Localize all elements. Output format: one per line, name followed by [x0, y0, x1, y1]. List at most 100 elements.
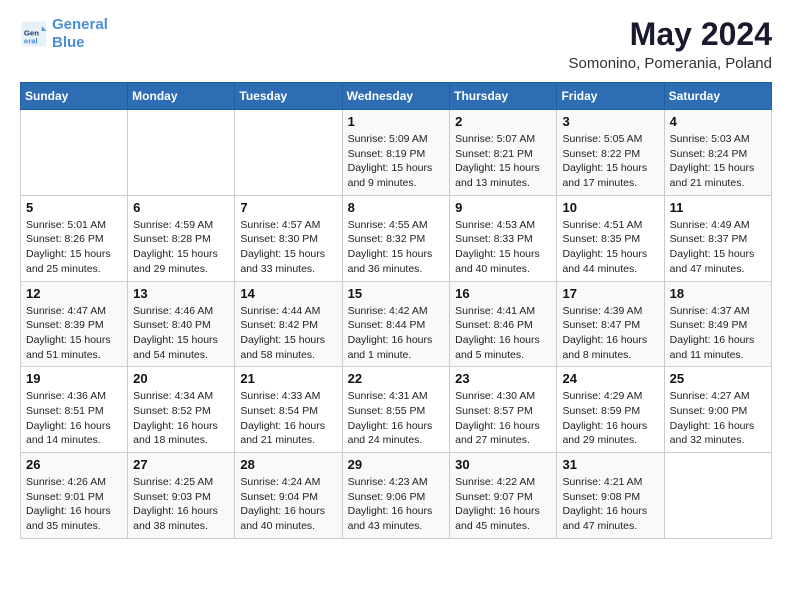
cell-sun-info: Sunrise: 4:23 AMSunset: 9:06 PMDaylight:…	[348, 475, 445, 534]
calendar-cell-day-28: 28Sunrise: 4:24 AMSunset: 9:04 PMDayligh…	[235, 453, 342, 539]
day-number: 10	[562, 200, 658, 215]
logo-name: GeneralBlue	[52, 16, 108, 52]
logo: Gen eral GeneralBlue	[20, 16, 108, 52]
weekday-header-monday: Monday	[128, 83, 235, 110]
day-number: 26	[26, 457, 122, 472]
day-number: 27	[133, 457, 229, 472]
day-number: 12	[26, 286, 122, 301]
day-number: 31	[562, 457, 658, 472]
page-header: Gen eral GeneralBlue May 2024 Somonino, …	[20, 16, 772, 72]
title-block: May 2024 Somonino, Pomerania, Poland	[569, 16, 772, 72]
cell-sun-info: Sunrise: 4:33 AMSunset: 8:54 PMDaylight:…	[240, 389, 336, 448]
cell-sun-info: Sunrise: 4:51 AMSunset: 8:35 PMDaylight:…	[562, 218, 658, 277]
calendar-cell-day-4: 4 Sunrise: 5:03 AMSunset: 8:24 PMDaylight…	[664, 110, 771, 196]
calendar-cell-empty	[235, 110, 342, 196]
day-number: 7	[240, 200, 336, 215]
day-number: 2	[455, 114, 551, 129]
calendar-cell-day-10: 10 Sunrise: 4:51 AMSunset: 8:35 PMDayligh…	[557, 195, 664, 281]
calendar-cell-day-11: 11 Sunrise: 4:49 AMSunset: 8:37 PMDayligh…	[664, 195, 771, 281]
weekday-header-saturday: Saturday	[664, 83, 771, 110]
cell-sun-info: Sunrise: 4:46 AMSunset: 8:40 PMDaylight:…	[133, 304, 229, 363]
cell-sun-info: Sunrise: 4:22 AMSunset: 9:07 PMDaylight:…	[455, 475, 551, 534]
day-number: 3	[562, 114, 658, 129]
calendar-cell-day-9: 9 Sunrise: 4:53 AMSunset: 8:33 PMDaylight…	[450, 195, 557, 281]
cell-sun-info: Sunrise: 4:41 AMSunset: 8:46 PMDaylight:…	[455, 304, 551, 363]
calendar-cell-day-5: 5 Sunrise: 5:01 AMSunset: 8:26 PMDaylight…	[21, 195, 128, 281]
calendar-cell-day-22: 22Sunrise: 4:31 AMSunset: 8:55 PMDayligh…	[342, 367, 450, 453]
cell-sun-info: Sunrise: 5:07 AMSunset: 8:21 PMDaylight:…	[455, 132, 551, 191]
day-number: 5	[26, 200, 122, 215]
calendar-cell-day-30: 30 Sunrise: 4:22 AMSunset: 9:07 PMDayligh…	[450, 453, 557, 539]
weekday-header-friday: Friday	[557, 83, 664, 110]
calendar-cell-empty	[664, 453, 771, 539]
cell-sun-info: Sunrise: 5:01 AMSunset: 8:26 PMDaylight:…	[26, 218, 122, 277]
calendar-cell-day-21: 21 Sunrise: 4:33 AMSunset: 8:54 PMDayligh…	[235, 367, 342, 453]
day-number: 4	[670, 114, 766, 129]
calendar-cell-day-14: 14Sunrise: 4:44 AMSunset: 8:42 PMDayligh…	[235, 281, 342, 367]
cell-sun-info: Sunrise: 4:59 AMSunset: 8:28 PMDaylight:…	[133, 218, 229, 277]
calendar-header: SundayMondayTuesdayWednesdayThursdayFrid…	[21, 83, 772, 110]
calendar-cell-day-19: 19 Sunrise: 4:36 AMSunset: 8:51 PMDayligh…	[21, 367, 128, 453]
calendar-cell-day-17: 17 Sunrise: 4:39 AMSunset: 8:47 PMDayligh…	[557, 281, 664, 367]
cell-sun-info: Sunrise: 4:39 AMSunset: 8:47 PMDaylight:…	[562, 304, 658, 363]
calendar-cell-empty	[128, 110, 235, 196]
cell-sun-info: Sunrise: 4:47 AMSunset: 8:39 PMDaylight:…	[26, 304, 122, 363]
calendar-table: SundayMondayTuesdayWednesdayThursdayFrid…	[20, 82, 772, 539]
day-number: 22	[348, 371, 445, 386]
calendar-cell-day-3: 3 Sunrise: 5:05 AMSunset: 8:22 PMDaylight…	[557, 110, 664, 196]
location-subtitle: Somonino, Pomerania, Poland	[569, 55, 772, 72]
day-number: 25	[670, 371, 766, 386]
calendar-week-1: 1 Sunrise: 5:09 AMSunset: 8:19 PMDaylight…	[21, 110, 772, 196]
cell-sun-info: Sunrise: 5:09 AMSunset: 8:19 PMDaylight:…	[348, 132, 445, 191]
calendar-week-4: 19 Sunrise: 4:36 AMSunset: 8:51 PMDayligh…	[21, 367, 772, 453]
day-number: 1	[348, 114, 445, 129]
calendar-cell-day-7: 7 Sunrise: 4:57 AMSunset: 8:30 PMDaylight…	[235, 195, 342, 281]
cell-sun-info: Sunrise: 5:03 AMSunset: 8:24 PMDaylight:…	[670, 132, 766, 191]
cell-sun-info: Sunrise: 4:37 AMSunset: 8:49 PMDaylight:…	[670, 304, 766, 363]
cell-sun-info: Sunrise: 4:25 AMSunset: 9:03 PMDaylight:…	[133, 475, 229, 534]
day-number: 30	[455, 457, 551, 472]
day-number: 9	[455, 200, 551, 215]
day-number: 20	[133, 371, 229, 386]
weekday-header-sunday: Sunday	[21, 83, 128, 110]
logo-icon: Gen eral	[20, 20, 48, 48]
day-number: 15	[348, 286, 445, 301]
calendar-cell-day-12: 12 Sunrise: 4:47 AMSunset: 8:39 PMDayligh…	[21, 281, 128, 367]
calendar-week-5: 26Sunrise: 4:26 AMSunset: 9:01 PMDayligh…	[21, 453, 772, 539]
cell-sun-info: Sunrise: 4:29 AMSunset: 8:59 PMDaylight:…	[562, 389, 658, 448]
calendar-cell-empty	[21, 110, 128, 196]
calendar-cell-day-29: 29 Sunrise: 4:23 AMSunset: 9:06 PMDayligh…	[342, 453, 450, 539]
weekday-header-thursday: Thursday	[450, 83, 557, 110]
cell-sun-info: Sunrise: 4:30 AMSunset: 8:57 PMDaylight:…	[455, 389, 551, 448]
day-number: 19	[26, 371, 122, 386]
day-number: 29	[348, 457, 445, 472]
weekday-header-tuesday: Tuesday	[235, 83, 342, 110]
calendar-cell-day-6: 6Sunrise: 4:59 AMSunset: 8:28 PMDaylight…	[128, 195, 235, 281]
day-number: 18	[670, 286, 766, 301]
weekday-header-row: SundayMondayTuesdayWednesdayThursdayFrid…	[21, 83, 772, 110]
cell-sun-info: Sunrise: 4:21 AMSunset: 9:08 PMDaylight:…	[562, 475, 658, 534]
cell-sun-info: Sunrise: 5:05 AMSunset: 8:22 PMDaylight:…	[562, 132, 658, 191]
cell-sun-info: Sunrise: 4:34 AMSunset: 8:52 PMDaylight:…	[133, 389, 229, 448]
day-number: 17	[562, 286, 658, 301]
day-number: 14	[240, 286, 336, 301]
calendar-cell-day-1: 1 Sunrise: 5:09 AMSunset: 8:19 PMDaylight…	[342, 110, 450, 196]
weekday-header-wednesday: Wednesday	[342, 83, 450, 110]
cell-sun-info: Sunrise: 4:53 AMSunset: 8:33 PMDaylight:…	[455, 218, 551, 277]
calendar-cell-day-16: 16 Sunrise: 4:41 AMSunset: 8:46 PMDayligh…	[450, 281, 557, 367]
day-number: 8	[348, 200, 445, 215]
calendar-cell-day-8: 8Sunrise: 4:55 AMSunset: 8:32 PMDaylight…	[342, 195, 450, 281]
calendar-cell-day-15: 15 Sunrise: 4:42 AMSunset: 8:44 PMDayligh…	[342, 281, 450, 367]
cell-sun-info: Sunrise: 4:42 AMSunset: 8:44 PMDaylight:…	[348, 304, 445, 363]
cell-sun-info: Sunrise: 4:57 AMSunset: 8:30 PMDaylight:…	[240, 218, 336, 277]
calendar-cell-day-18: 18 Sunrise: 4:37 AMSunset: 8:49 PMDayligh…	[664, 281, 771, 367]
day-number: 16	[455, 286, 551, 301]
day-number: 21	[240, 371, 336, 386]
calendar-cell-day-13: 13Sunrise: 4:46 AMSunset: 8:40 PMDayligh…	[128, 281, 235, 367]
calendar-cell-day-24: 24 Sunrise: 4:29 AMSunset: 8:59 PMDayligh…	[557, 367, 664, 453]
day-number: 11	[670, 200, 766, 215]
cell-sun-info: Sunrise: 4:49 AMSunset: 8:37 PMDaylight:…	[670, 218, 766, 277]
day-number: 24	[562, 371, 658, 386]
calendar-cell-day-31: 31 Sunrise: 4:21 AMSunset: 9:08 PMDayligh…	[557, 453, 664, 539]
cell-sun-info: Sunrise: 4:36 AMSunset: 8:51 PMDaylight:…	[26, 389, 122, 448]
